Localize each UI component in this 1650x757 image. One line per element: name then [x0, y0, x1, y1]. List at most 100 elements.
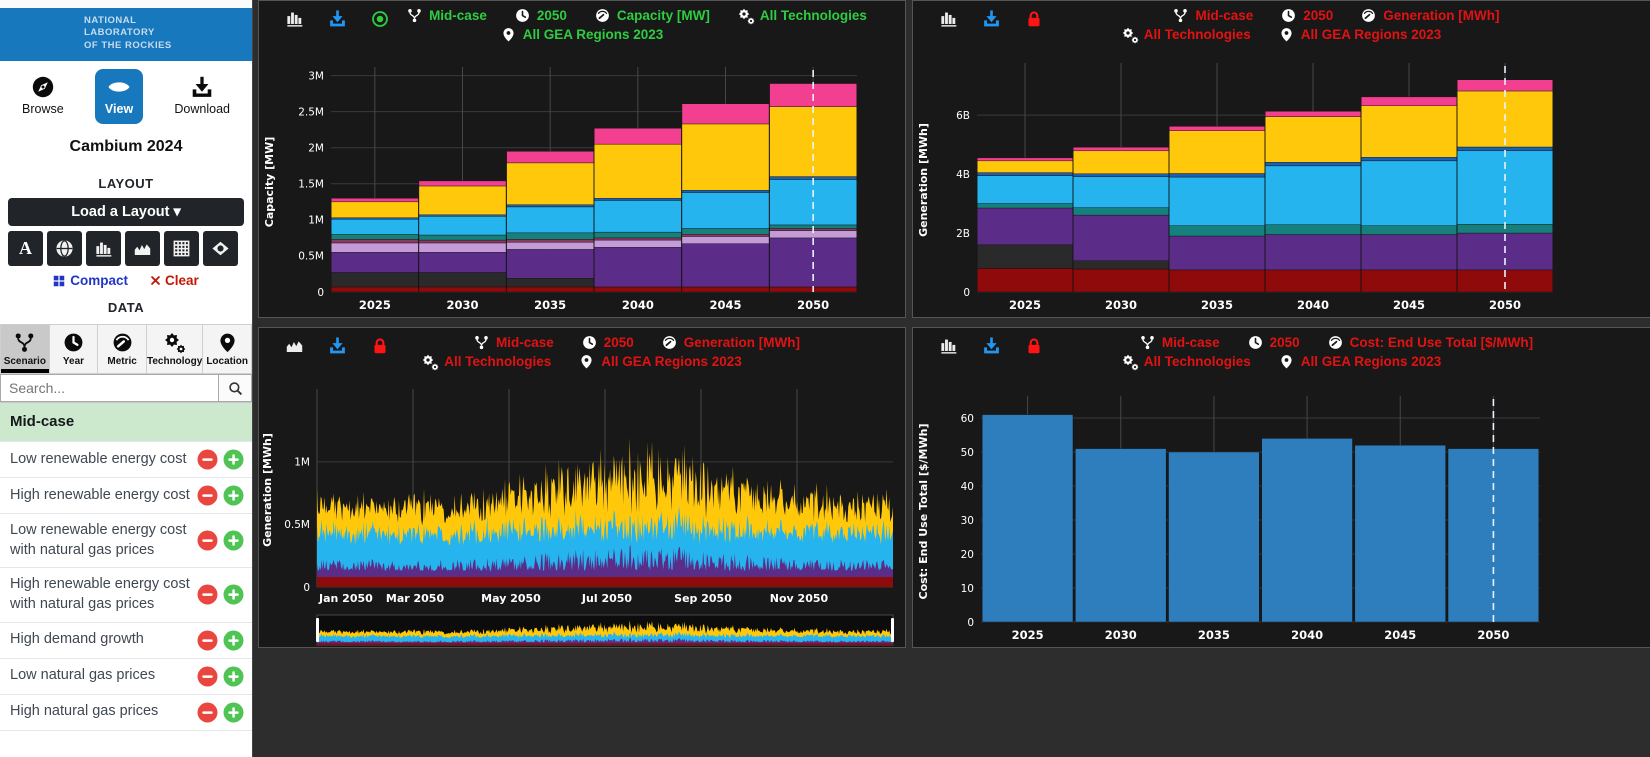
bar-chart-type-icon[interactable]: [939, 336, 958, 355]
remove-scenario-button[interactable]: [197, 485, 218, 506]
scenario-chip[interactable]: Mid-case: [1173, 8, 1253, 23]
year-chip[interactable]: 2050: [582, 335, 634, 350]
map-layout-button[interactable]: [203, 231, 238, 267]
record-icon[interactable]: [371, 10, 389, 28]
scenario-chip[interactable]: Mid-case: [474, 335, 554, 350]
add-scenario-button[interactable]: [223, 584, 244, 605]
download-icon[interactable]: [982, 336, 1001, 355]
lock-icon[interactable]: [371, 337, 389, 355]
svg-text:Generation [MWh]: Generation [MWh]: [917, 123, 930, 237]
location-chip[interactable]: All GEA Regions 2023: [501, 27, 663, 42]
metric-chip[interactable]: Cost: End Use Total [$/MWh]: [1328, 335, 1533, 350]
download-icon[interactable]: [328, 336, 347, 355]
add-scenario-button[interactable]: [223, 666, 244, 687]
technology-chip[interactable]: All Technologies: [1122, 354, 1251, 369]
year-chip[interactable]: 2050: [515, 8, 567, 23]
remove-scenario-button[interactable]: [197, 666, 218, 687]
chart-wrap: 0 2B 4B 6B 2025 2030 2035 2040 2045 2050 Generatio…: [913, 58, 1650, 324]
load-layout-button[interactable]: Load a Layout ▾: [8, 198, 244, 227]
lock-icon[interactable]: [1025, 10, 1043, 28]
scenario-chip[interactable]: Mid-case: [1140, 335, 1220, 350]
data-tab-technology[interactable]: Technology: [146, 324, 204, 375]
minus-circle-icon: [197, 666, 218, 687]
remove-scenario-button[interactable]: [197, 584, 218, 605]
clock-icon: [63, 332, 84, 353]
plus-circle-icon: [223, 449, 244, 470]
location-chip[interactable]: All GEA Regions 2023: [1279, 27, 1441, 42]
bar-chart-type-icon[interactable]: [285, 9, 304, 28]
bar-chart-type-icon[interactable]: [939, 9, 958, 28]
scenario-value: Mid-case: [495, 335, 554, 350]
scenario-chip[interactable]: Mid-case: [407, 8, 487, 23]
metric-chip[interactable]: Capacity [MW]: [595, 8, 710, 23]
data-tab-year[interactable]: Year: [49, 324, 99, 375]
metric-chip[interactable]: Generation [MWh]: [1361, 8, 1500, 23]
svg-text:2040: 2040: [1291, 628, 1323, 642]
remove-scenario-button[interactable]: [197, 530, 218, 551]
remove-scenario-button[interactable]: [197, 702, 218, 723]
scenario-row-actions: [197, 666, 244, 687]
location-chip[interactable]: All GEA Regions 2023: [1279, 354, 1441, 369]
svg-text:1M: 1M: [308, 215, 324, 227]
tab-view[interactable]: View: [94, 69, 144, 125]
svg-text:60: 60: [961, 413, 974, 425]
add-scenario-button[interactable]: [223, 630, 244, 651]
download-icon[interactable]: [982, 9, 1001, 28]
hourly-generation-chart[interactable]: 0 0.5M 1M Jan 2050 Mar 2050 May 2050 Jul 2050 S…: [259, 385, 903, 649]
technology-chip[interactable]: All Technologies: [422, 354, 551, 369]
add-scenario-button[interactable]: [223, 485, 244, 506]
globe-layout-button[interactable]: [47, 231, 82, 267]
svg-text:May 2050: May 2050: [481, 592, 541, 605]
area-chart-layout-button[interactable]: [125, 231, 160, 267]
panel-meta-row2: All Technologies All GEA Regions 2023: [919, 26, 1644, 42]
search-input[interactable]: [0, 374, 218, 403]
panel-cost: Mid-case 2050 Cost: End Use Total [$/MWh…: [912, 327, 1650, 648]
tab-download[interactable]: Download: [164, 69, 240, 124]
clock-icon: [1281, 8, 1296, 23]
generation-chart[interactable]: 0 2B 4B 6B 2025 2030 2035 2040 2045 2050 Generatio…: [913, 58, 1648, 319]
svg-text:2.5M: 2.5M: [298, 106, 324, 118]
scenario-label: Low natural gas prices: [10, 667, 156, 684]
clear-button[interactable]: Clear: [150, 273, 199, 288]
add-scenario-button[interactable]: [223, 702, 244, 723]
data-tab-location[interactable]: Location: [203, 324, 252, 375]
year-value: 2050: [536, 8, 567, 23]
capacity-chart[interactable]: 0 0.5M 1M 1.5M 2M 2.5M 3M 2025 2030 2035 2040 2045 2…: [259, 58, 903, 319]
tab-browse[interactable]: Browse: [12, 69, 74, 124]
remove-scenario-button[interactable]: [197, 449, 218, 470]
data-tab-scenario[interactable]: Scenario: [0, 324, 50, 375]
metric-chip[interactable]: Generation [MWh]: [662, 335, 800, 350]
add-scenario-button[interactable]: [223, 449, 244, 470]
svg-text:4B: 4B: [956, 169, 970, 181]
cost-chart[interactable]: 01020304050602025 2030 2035 2040 2045 2050Cos…: [913, 385, 1648, 649]
compact-button[interactable]: Compact: [53, 273, 128, 288]
download-icon[interactable]: [328, 9, 347, 28]
technology-chip[interactable]: All Technologies: [738, 8, 867, 23]
gears-icon: [422, 354, 437, 369]
grid-layout-button[interactable]: [164, 231, 199, 267]
lock-icon[interactable]: [1025, 337, 1043, 355]
scenario-label: Mid-case: [10, 413, 75, 431]
svg-text:3M: 3M: [308, 70, 324, 82]
year-chip[interactable]: 2050: [1281, 8, 1333, 23]
data-tab-metric[interactable]: Metric: [98, 324, 147, 375]
compass-icon: [31, 75, 55, 99]
metric-value: Generation [MWh]: [1383, 8, 1500, 23]
year-chip[interactable]: 2050: [1248, 335, 1300, 350]
area-chart-type-icon[interactable]: [285, 336, 304, 355]
minus-circle-icon: [197, 584, 218, 605]
search-button[interactable]: [218, 374, 252, 403]
scenario-row-actions: [197, 530, 244, 551]
logo-line: NATIONAL: [84, 15, 137, 26]
location-chip[interactable]: All GEA Regions 2023: [579, 354, 742, 369]
metric-value: Generation [MWh]: [683, 335, 801, 350]
clock-icon: [515, 8, 530, 23]
technology-chip[interactable]: All Technologies: [1122, 27, 1251, 42]
gauge-icon: [112, 332, 133, 353]
technology-value: All Technologies: [1143, 27, 1251, 42]
bar-chart-layout-button[interactable]: [86, 231, 121, 267]
remove-scenario-button[interactable]: [197, 630, 218, 651]
text-layout-button[interactable]: A: [8, 231, 43, 267]
svg-text:1M: 1M: [294, 457, 310, 469]
add-scenario-button[interactable]: [223, 530, 244, 551]
